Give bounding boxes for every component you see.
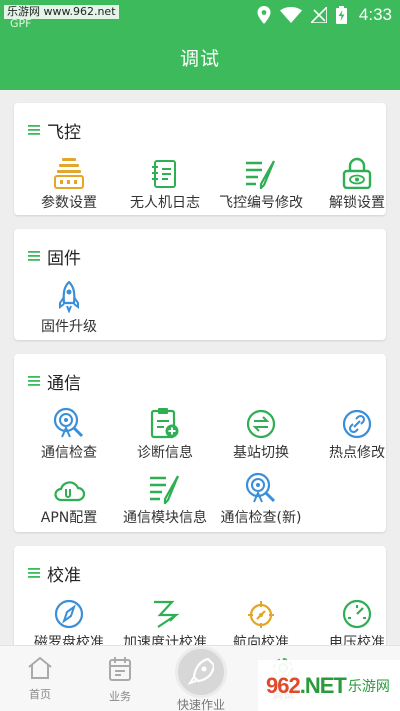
section-communication: 通信 通信检查 诊断信息 基站切换 热点修改 APN配置 通信模块信息 通信检查… [14, 354, 386, 532]
signal-check-icon [245, 472, 276, 503]
status-time: 4:33 [358, 5, 392, 24]
app-header: 乐游网 www.962.net GPF 4:33 调试 [0, 0, 400, 90]
diagnosis-icon [150, 408, 179, 439]
battery-charging-icon [335, 6, 347, 24]
section-flight-control: 飞控 参数设置 无人机日志 飞控编号修改 解锁设置 [14, 103, 386, 215]
log-icon [152, 160, 176, 188]
signal-off-icon [310, 7, 327, 23]
quick-work-label: 快速作业 [176, 698, 225, 711]
item-diagnosis-info[interactable]: 诊断信息 [119, 403, 211, 462]
section-firmware: 固件 固件升级 [14, 229, 386, 340]
section-header: 校准 [28, 562, 81, 586]
status-icons: 4:33 [257, 4, 392, 26]
params-icon [54, 158, 84, 189]
item-voltage-calibration[interactable]: 电压校准 [311, 593, 386, 645]
section-title: 通信 [47, 373, 81, 394]
debug-content[interactable]: 飞控 参数设置 无人机日志 飞控编号修改 解锁设置 固件 固件升级 通信 通信检… [0, 90, 400, 645]
page-title: 调试 [179, 48, 220, 70]
item-apn-config[interactable]: APN配置 [23, 468, 115, 527]
status-bar: 乐游网 www.962.net GPF 4:33 [0, 0, 400, 30]
item-comm-check[interactable]: 通信检查 [23, 403, 115, 462]
rocket-fab-icon [188, 657, 214, 685]
home-icon [28, 656, 52, 679]
heading-icon [248, 601, 274, 628]
site-watermark: 962.NET 乐游网 [258, 660, 400, 711]
calendar-icon [109, 657, 131, 681]
item-comm-module-info[interactable]: 通信模块信息 [119, 468, 211, 527]
item-heading-calibration[interactable]: 航向校准 [215, 593, 307, 645]
cloud-icon [54, 481, 85, 502]
quick-work-button[interactable] [175, 646, 227, 698]
item-hotspot-modify[interactable]: 热点修改 [311, 403, 386, 462]
signal-check-icon [53, 407, 84, 438]
nav-business[interactable]: 业务 [85, 656, 155, 704]
nav-home[interactable]: 首页 [5, 656, 75, 702]
section-calibration: 校准 磁罗盘校准 加速度计校准 航向校准 电压校准 [14, 546, 386, 645]
link-icon [342, 409, 372, 439]
section-title: 固件 [47, 248, 81, 269]
menu-lines-icon [28, 568, 40, 578]
item-fc-id-edit[interactable]: 飞控编号修改 [215, 153, 307, 212]
item-comm-check-new[interactable]: 通信检查(新) [215, 468, 307, 527]
section-header: 通信 [28, 370, 81, 394]
module-info-icon [150, 475, 180, 504]
watermark-sub-label: GPF [10, 17, 32, 30]
section-header: 飞控 [28, 119, 81, 143]
item-params-settings[interactable]: 参数设置 [23, 153, 115, 212]
menu-lines-icon [28, 376, 40, 386]
item-compass-calibration[interactable]: 磁罗盘校准 [23, 593, 115, 645]
section-title: 校准 [47, 565, 81, 586]
compass-icon [54, 599, 84, 629]
item-base-station-switch[interactable]: 基站切换 [215, 403, 307, 462]
watermark-site-name: 乐游网 [347, 678, 390, 695]
switch-icon [246, 409, 276, 439]
menu-lines-icon [28, 125, 40, 135]
lock-icon [342, 157, 372, 189]
item-unlock-settings[interactable]: 解锁设置 [311, 153, 386, 212]
section-header: 固件 [28, 245, 81, 269]
item-accelerometer-calibration[interactable]: 加速度计校准 [119, 593, 211, 645]
accelerometer-icon [154, 600, 180, 628]
location-icon [257, 6, 271, 24]
watermark-logo: 962.NET [266, 672, 347, 698]
wifi-icon [279, 7, 302, 23]
rocket-icon [59, 281, 79, 313]
section-title: 飞控 [47, 122, 81, 143]
item-drone-log[interactable]: 无人机日志 [119, 153, 211, 212]
menu-lines-icon [28, 251, 40, 261]
edit-list-icon [246, 160, 276, 189]
item-firmware-upgrade[interactable]: 固件升级 [23, 277, 115, 336]
gauge-icon [342, 599, 372, 629]
